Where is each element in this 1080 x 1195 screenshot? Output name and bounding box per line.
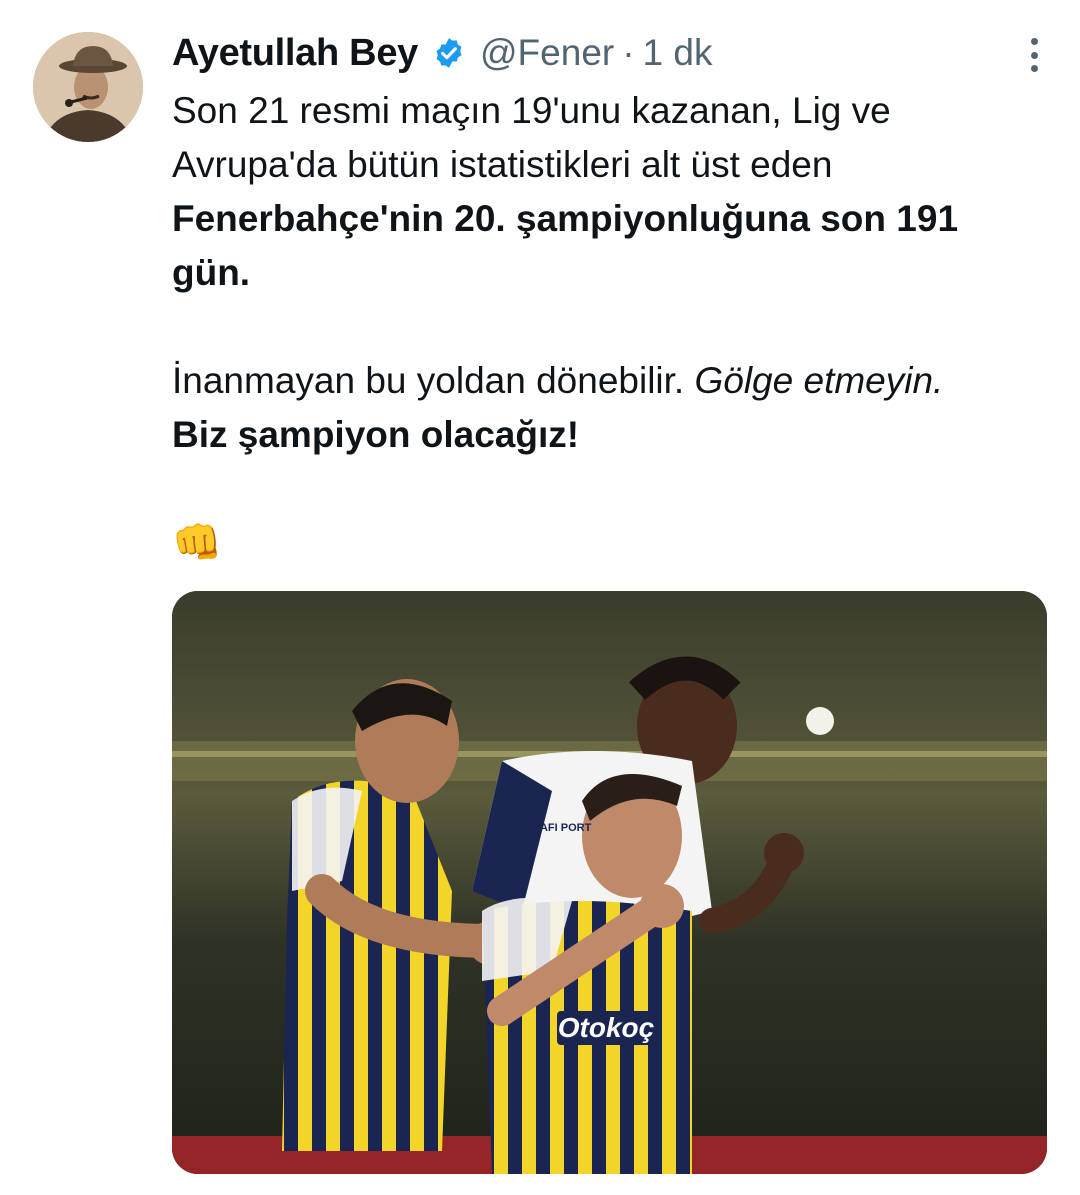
tweet-line: Avrupa'da bütün istatistikleri alt üst e… <box>172 144 833 185</box>
avatar-portrait-image <box>33 32 143 142</box>
tweet-text: Son 21 resmi maçın 19'unu kazanan, Lig v… <box>172 84 1052 570</box>
verified-badge-icon <box>432 36 466 70</box>
tweet-line-normal: İnanmayan bu yoldan dönebilir. <box>172 360 695 401</box>
author-avatar[interactable] <box>33 32 143 142</box>
tweet-line: İnanmayan bu yoldan dönebilir. Gölge etm… <box>172 354 1052 408</box>
tweet-timestamp[interactable]: 1 dk <box>643 32 713 74</box>
kit-sponsor-text: Otokoç <box>558 1012 655 1043</box>
tweet-header: Ayetullah Bey @Fener · 1 dk <box>172 28 1040 78</box>
more-options-icon[interactable] <box>1028 38 1040 72</box>
tweet-line-bold: Biz şampiyon olacağız! <box>172 414 580 455</box>
tweet-line-bold: Fenerbahçe'nin 20. şampiyonluğuna son 19… <box>172 198 959 239</box>
author-handle[interactable]: @Fener <box>480 32 614 74</box>
tweet-line-italic: Gölge etmeyin. <box>694 360 944 401</box>
tweet-line-bold: gün. <box>172 252 251 293</box>
author-name[interactable]: Ayetullah Bey <box>172 32 418 75</box>
tweet-line: Son 21 resmi maçın 19'unu kazanan, Lig v… <box>172 90 891 131</box>
fist-emoji: 👊 <box>172 521 222 565</box>
sleeve-sponsor-text: SAFI PORT <box>533 822 592 834</box>
separator-dot: · <box>622 32 635 73</box>
tweet-photo[interactable]: Otokoç SAFI PORT <box>172 591 1047 1174</box>
football-celebration-image: Otokoç SAFI PORT <box>172 591 1047 1174</box>
